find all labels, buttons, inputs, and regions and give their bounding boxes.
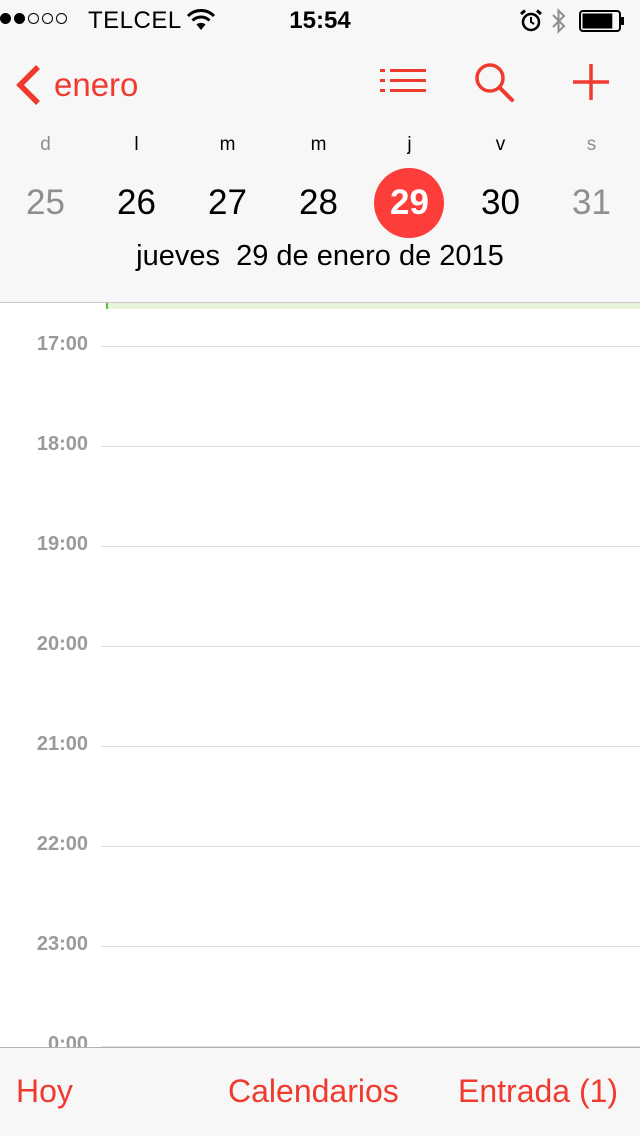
bottom-toolbar: Hoy Calendarios Entrada (1)	[0, 1047, 640, 1136]
weekday-letter: m	[219, 134, 236, 155]
hour-label: 18:00	[36, 433, 88, 455]
battery-icon	[579, 10, 627, 39]
chevron-left-icon	[16, 65, 40, 105]
weekday-letter: d	[40, 134, 51, 155]
day-29-selected[interactable]: 29	[364, 168, 455, 238]
navigation-bar: enero	[0, 40, 640, 130]
day-25[interactable]: 25	[0, 168, 91, 238]
add-event-button[interactable]	[571, 62, 611, 107]
search-button[interactable]	[474, 62, 516, 109]
day-number: 31	[572, 183, 611, 222]
day-30[interactable]: 30	[455, 168, 546, 238]
day-27[interactable]: 27	[182, 168, 273, 238]
hour-row: 23:00	[0, 933, 640, 955]
hour-divider	[101, 846, 640, 847]
day-26[interactable]: 26	[91, 168, 182, 238]
hour-label: 21:00	[36, 733, 88, 755]
calendar-screen: TELCEL 15:54 enero d l m m j v s 25 26 2…	[0, 0, 640, 1136]
hour-label: 0:00	[47, 1033, 88, 1047]
weekday-letter: v	[495, 134, 506, 155]
hour-divider	[101, 446, 640, 447]
day-timeline[interactable]: 17:00 18:00 19:00 20:00 21:00 22:00 23:0…	[0, 303, 640, 1047]
hour-divider	[101, 546, 640, 547]
hour-label: 23:00	[36, 933, 88, 955]
alarm-icon	[519, 9, 543, 40]
back-to-month-button[interactable]: enero	[14, 62, 138, 108]
back-button-label: enero	[54, 66, 139, 103]
hour-divider	[101, 946, 640, 947]
day-number: 27	[208, 183, 247, 222]
today-button[interactable]: Hoy	[16, 1073, 73, 1110]
status-time: 15:54	[289, 7, 351, 34]
hour-row: 17:00	[0, 333, 640, 355]
hour-divider	[101, 346, 640, 347]
status-bar: TELCEL 15:54	[0, 0, 640, 40]
day-number: 26	[117, 183, 156, 222]
list-icon	[380, 69, 426, 92]
day-31[interactable]: 31	[546, 168, 637, 238]
day-number: 29	[390, 183, 429, 222]
hour-row: 21:00	[0, 733, 640, 755]
hour-row: 19:00	[0, 533, 640, 555]
hour-row: 22:00	[0, 833, 640, 855]
inbox-button[interactable]: Entrada (1)	[458, 1073, 618, 1110]
hour-label: 22:00	[36, 833, 88, 855]
weekday-letter: s	[586, 134, 597, 155]
day-number: 30	[481, 183, 520, 222]
day-number: 25	[26, 183, 65, 222]
hour-divider	[101, 646, 640, 647]
all-day-event-bar[interactable]	[106, 303, 640, 309]
hour-label: 20:00	[36, 633, 88, 655]
day-number-row: 25 26 27 28 29 30 31	[0, 168, 640, 238]
day-number: 28	[299, 183, 338, 222]
week-strip: d l m m j v s 25 26 27 28 29 30 31 jueve…	[0, 130, 640, 303]
weekday-letter: j	[407, 134, 412, 155]
plus-icon	[573, 64, 609, 100]
day-28[interactable]: 28	[273, 168, 364, 238]
search-icon	[475, 63, 514, 102]
hour-row: 20:00	[0, 633, 640, 655]
hour-divider	[101, 746, 640, 747]
calendars-button[interactable]: Calendarios	[228, 1073, 399, 1110]
bluetooth-icon	[550, 7, 568, 42]
weekday-letter: l	[134, 134, 139, 155]
selected-date-title: jueves 29 de enero de 2015	[136, 240, 504, 272]
hour-label: 19:00	[36, 533, 88, 555]
hour-row: 18:00	[0, 433, 640, 455]
weekday-letter: m	[310, 134, 327, 155]
list-view-button[interactable]	[380, 66, 428, 107]
hour-label: 17:00	[36, 333, 88, 355]
